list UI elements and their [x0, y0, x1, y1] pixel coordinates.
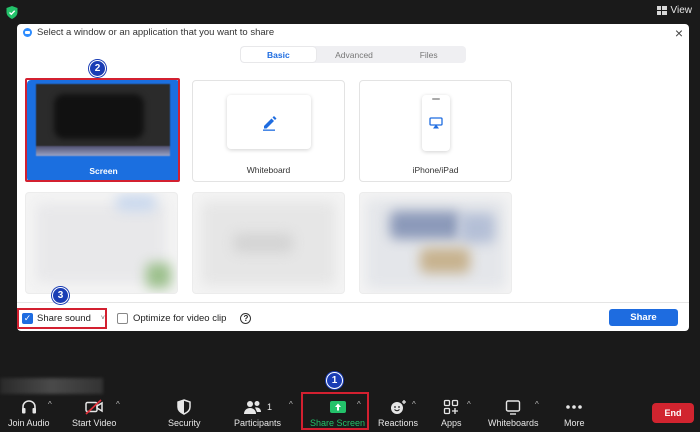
optimize-video-checkbox[interactable]	[117, 313, 128, 324]
optimize-video-option[interactable]: Optimize for video clip ?	[117, 313, 252, 324]
join-audio-label: Join Audio	[8, 418, 50, 428]
apps-icon	[444, 399, 459, 414]
end-meeting-button[interactable]: End	[652, 403, 694, 423]
callout-3-badge: 3	[52, 287, 69, 304]
security-button[interactable]: Security	[168, 398, 201, 428]
whiteboard-tile[interactable]: Whiteboard	[192, 80, 345, 182]
help-icon[interactable]: ?	[240, 313, 252, 324]
screen-thumbnail	[36, 84, 170, 156]
emoji-icon	[391, 399, 407, 414]
share-options-grid: Screen Whiteboard iPhone/iPad	[17, 74, 689, 302]
view-button[interactable]: View	[656, 5, 693, 16]
tab-files[interactable]: Files	[391, 46, 466, 63]
dialog-title: Select a window or an application that y…	[37, 27, 275, 38]
participants-count: 1	[267, 401, 273, 412]
share-sound-dropdown-icon[interactable]: ˅	[101, 315, 105, 322]
window-tile[interactable]	[192, 192, 345, 294]
view-label: View	[670, 5, 693, 16]
whiteboards-button[interactable]: Whiteboards	[488, 398, 539, 428]
audio-options-caret[interactable]: ^	[48, 400, 52, 409]
screen-tile[interactable]: Screen	[25, 78, 180, 182]
encryption-shield-icon[interactable]	[6, 6, 18, 19]
meeting-name-blurred	[0, 378, 103, 394]
share-sound-control[interactable]: ✓ Share sound ˅	[17, 308, 107, 329]
shield-icon	[177, 398, 191, 415]
video-off-icon	[85, 398, 103, 415]
start-video-label: Start Video	[72, 418, 117, 428]
whiteboards-options-caret[interactable]: ^	[535, 400, 539, 409]
headphones-icon	[21, 399, 36, 413]
callout-2-badge: 2	[89, 60, 106, 77]
video-options-caret[interactable]: ^	[116, 400, 120, 409]
optimize-video-label: Optimize for video clip	[133, 313, 227, 324]
apps-options-caret[interactable]: ^	[467, 400, 471, 409]
more-button[interactable]: More	[564, 398, 585, 428]
dialog-footer: ✓ Share sound ˅ Optimize for video clip …	[17, 302, 689, 331]
view-grid-icon	[656, 6, 667, 15]
more-icon	[566, 404, 583, 409]
zoom-logo-icon	[23, 28, 32, 37]
iphone-ipad-tile[interactable]: iPhone/iPad	[359, 80, 512, 182]
whiteboard-label: Whiteboard	[246, 165, 291, 175]
airplay-icon	[429, 117, 443, 129]
dialog-title-bar: Select a window or an application that y…	[23, 27, 274, 38]
phone-card	[422, 95, 450, 151]
security-label: Security	[168, 418, 201, 428]
participants-label: Participants	[234, 418, 282, 428]
reactions-options-caret[interactable]: ^	[412, 400, 416, 409]
whiteboards-label: Whiteboards	[488, 418, 539, 428]
share-tabs: Basic Advanced Files	[240, 46, 466, 63]
screen-label: Screen	[89, 166, 118, 176]
more-label: More	[564, 418, 585, 428]
window-tile[interactable]	[359, 192, 512, 294]
participants-icon	[244, 400, 261, 414]
apps-label: Apps	[441, 418, 462, 428]
whiteboard-icon	[506, 399, 521, 415]
share-screen-highlight-box	[301, 392, 369, 430]
iphone-ipad-label: iPhone/iPad	[412, 165, 459, 175]
join-audio-button[interactable]: Join Audio	[8, 398, 50, 428]
share-sound-label: Share sound	[37, 313, 91, 324]
share-dialog: Select a window or an application that y…	[17, 24, 689, 331]
pencil-icon	[263, 116, 277, 131]
share-sound-checkbox[interactable]: ✓	[22, 313, 33, 324]
reactions-label: Reactions	[378, 418, 419, 428]
tab-basic[interactable]: Basic	[241, 47, 316, 62]
participants-button[interactable]: 1 Participants	[234, 398, 281, 428]
start-video-button[interactable]: Start Video	[72, 398, 116, 428]
apps-button[interactable]: Apps	[441, 398, 462, 428]
callout-1-badge: 1	[326, 372, 343, 389]
participants-options-caret[interactable]: ^	[289, 400, 293, 409]
tab-advanced[interactable]: Advanced	[317, 46, 392, 63]
close-icon[interactable]: ×	[675, 25, 683, 41]
whiteboard-card	[227, 95, 311, 149]
window-tile[interactable]	[25, 192, 178, 294]
share-button[interactable]: Share	[609, 309, 678, 326]
